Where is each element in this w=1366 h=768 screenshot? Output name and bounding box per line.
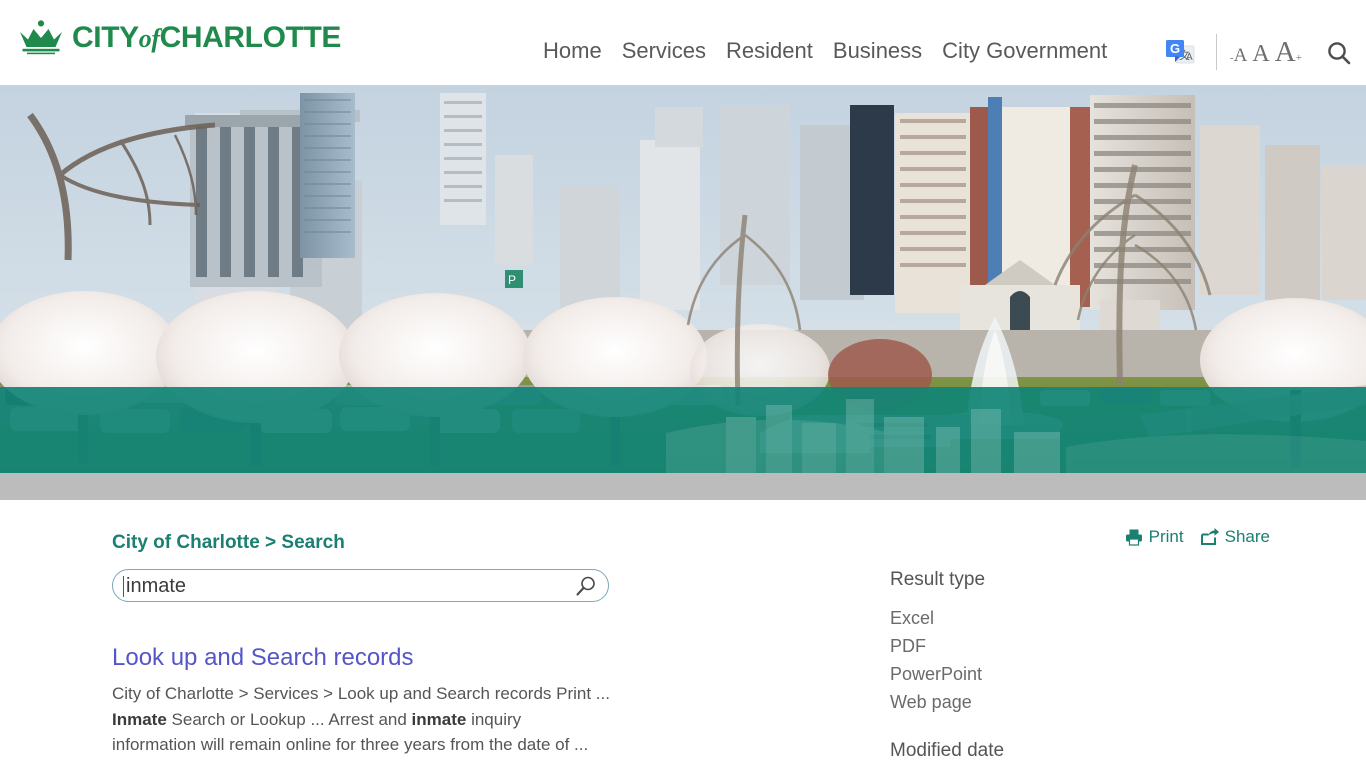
search-result-item: Look up and Search records City of Charl… — [112, 643, 632, 758]
snippet-highlight-2: inmate — [411, 709, 467, 729]
font-increase-a[interactable]: A — [1275, 36, 1296, 69]
breadcrumb[interactable]: City of Charlotte > Search — [112, 532, 345, 554]
search-submit-button[interactable] — [574, 575, 598, 599]
svg-text:A: A — [1186, 52, 1193, 63]
text-cursor — [123, 576, 124, 597]
font-size-controls[interactable]: -A A A + — [1230, 36, 1302, 69]
print-label: Print — [1148, 527, 1184, 546]
snippet-line-3: information will remain online for three… — [112, 735, 589, 754]
nav-item-services[interactable]: Services — [612, 36, 716, 66]
nav-item-resident[interactable]: Resident — [716, 36, 823, 66]
site-logo[interactable]: CITYofCHARLOTTE — [18, 20, 341, 56]
snippet-mid: Search or Lookup ... Arrest and — [166, 709, 412, 729]
search-results-list: Look up and Search records City of Charl… — [112, 643, 632, 758]
hero-banner: P — [0, 85, 1366, 473]
share-label: Share — [1224, 527, 1270, 546]
print-button[interactable]: Print — [1125, 527, 1184, 547]
site-header: CITYofCHARLOTTE Home Services Resident B… — [0, 0, 1366, 85]
printer-icon — [1125, 529, 1142, 546]
crown-icon — [20, 20, 62, 55]
nav-item-business[interactable]: Business — [823, 36, 932, 66]
font-increase-sign[interactable]: + — [1296, 52, 1302, 64]
facet-heading-modified-date: Modified date — [890, 740, 1005, 761]
result-snippet: City of Charlotte > Services > Look up a… — [112, 681, 612, 758]
search-facets: Result type Excel PDF PowerPoint Web pag… — [890, 569, 1190, 716]
logo-wordmark: CITYofCHARLOTTE — [72, 21, 341, 55]
result-title-link[interactable]: Look up and Search records — [112, 643, 632, 673]
hero-band-skyline-watermark — [666, 399, 1366, 473]
font-decrease-a[interactable]: A — [1234, 45, 1248, 67]
logo-of: of — [138, 24, 160, 53]
search-icon[interactable] — [1326, 40, 1352, 71]
google-translate-icon[interactable]: 文 A G — [1162, 34, 1198, 70]
main-navigation: Home Services Resident Business City Gov… — [533, 36, 1117, 66]
facet-option-pdf[interactable]: PDF — [890, 632, 1190, 660]
snippet-line-1: City of Charlotte > Services > Look up a… — [112, 684, 610, 703]
nav-item-city-government[interactable]: City Government — [932, 36, 1117, 66]
nav-item-home[interactable]: Home — [533, 36, 612, 66]
magnifier-icon — [576, 576, 595, 596]
share-icon — [1200, 528, 1219, 545]
snippet-highlight-1: Inmate — [112, 709, 167, 729]
main-content: City of Charlotte > Search Print Share i… — [0, 500, 1366, 768]
logo-city: CITY — [72, 21, 139, 54]
facet-option-powerpoint[interactable]: PowerPoint — [890, 660, 1190, 688]
search-input[interactable]: inmate — [112, 569, 609, 602]
snippet-post: inquiry — [466, 709, 522, 729]
font-normal-a[interactable]: A — [1252, 41, 1269, 68]
facet-option-web-page[interactable]: Web page — [890, 688, 1190, 716]
svg-text:P: P — [508, 273, 516, 287]
header-divider — [1216, 34, 1217, 70]
search-input-value[interactable]: inmate — [126, 574, 186, 599]
share-button[interactable]: Share — [1200, 527, 1270, 547]
svg-text:G: G — [1170, 41, 1180, 56]
facet-heading-result-type: Result type — [890, 569, 986, 590]
hero-teal-band — [0, 387, 1366, 473]
facet-option-excel[interactable]: Excel — [890, 604, 1190, 632]
page-tools: Print Share — [1125, 527, 1270, 547]
section-divider-bar — [0, 473, 1366, 500]
logo-charlotte: CHARLOTTE — [159, 21, 342, 54]
